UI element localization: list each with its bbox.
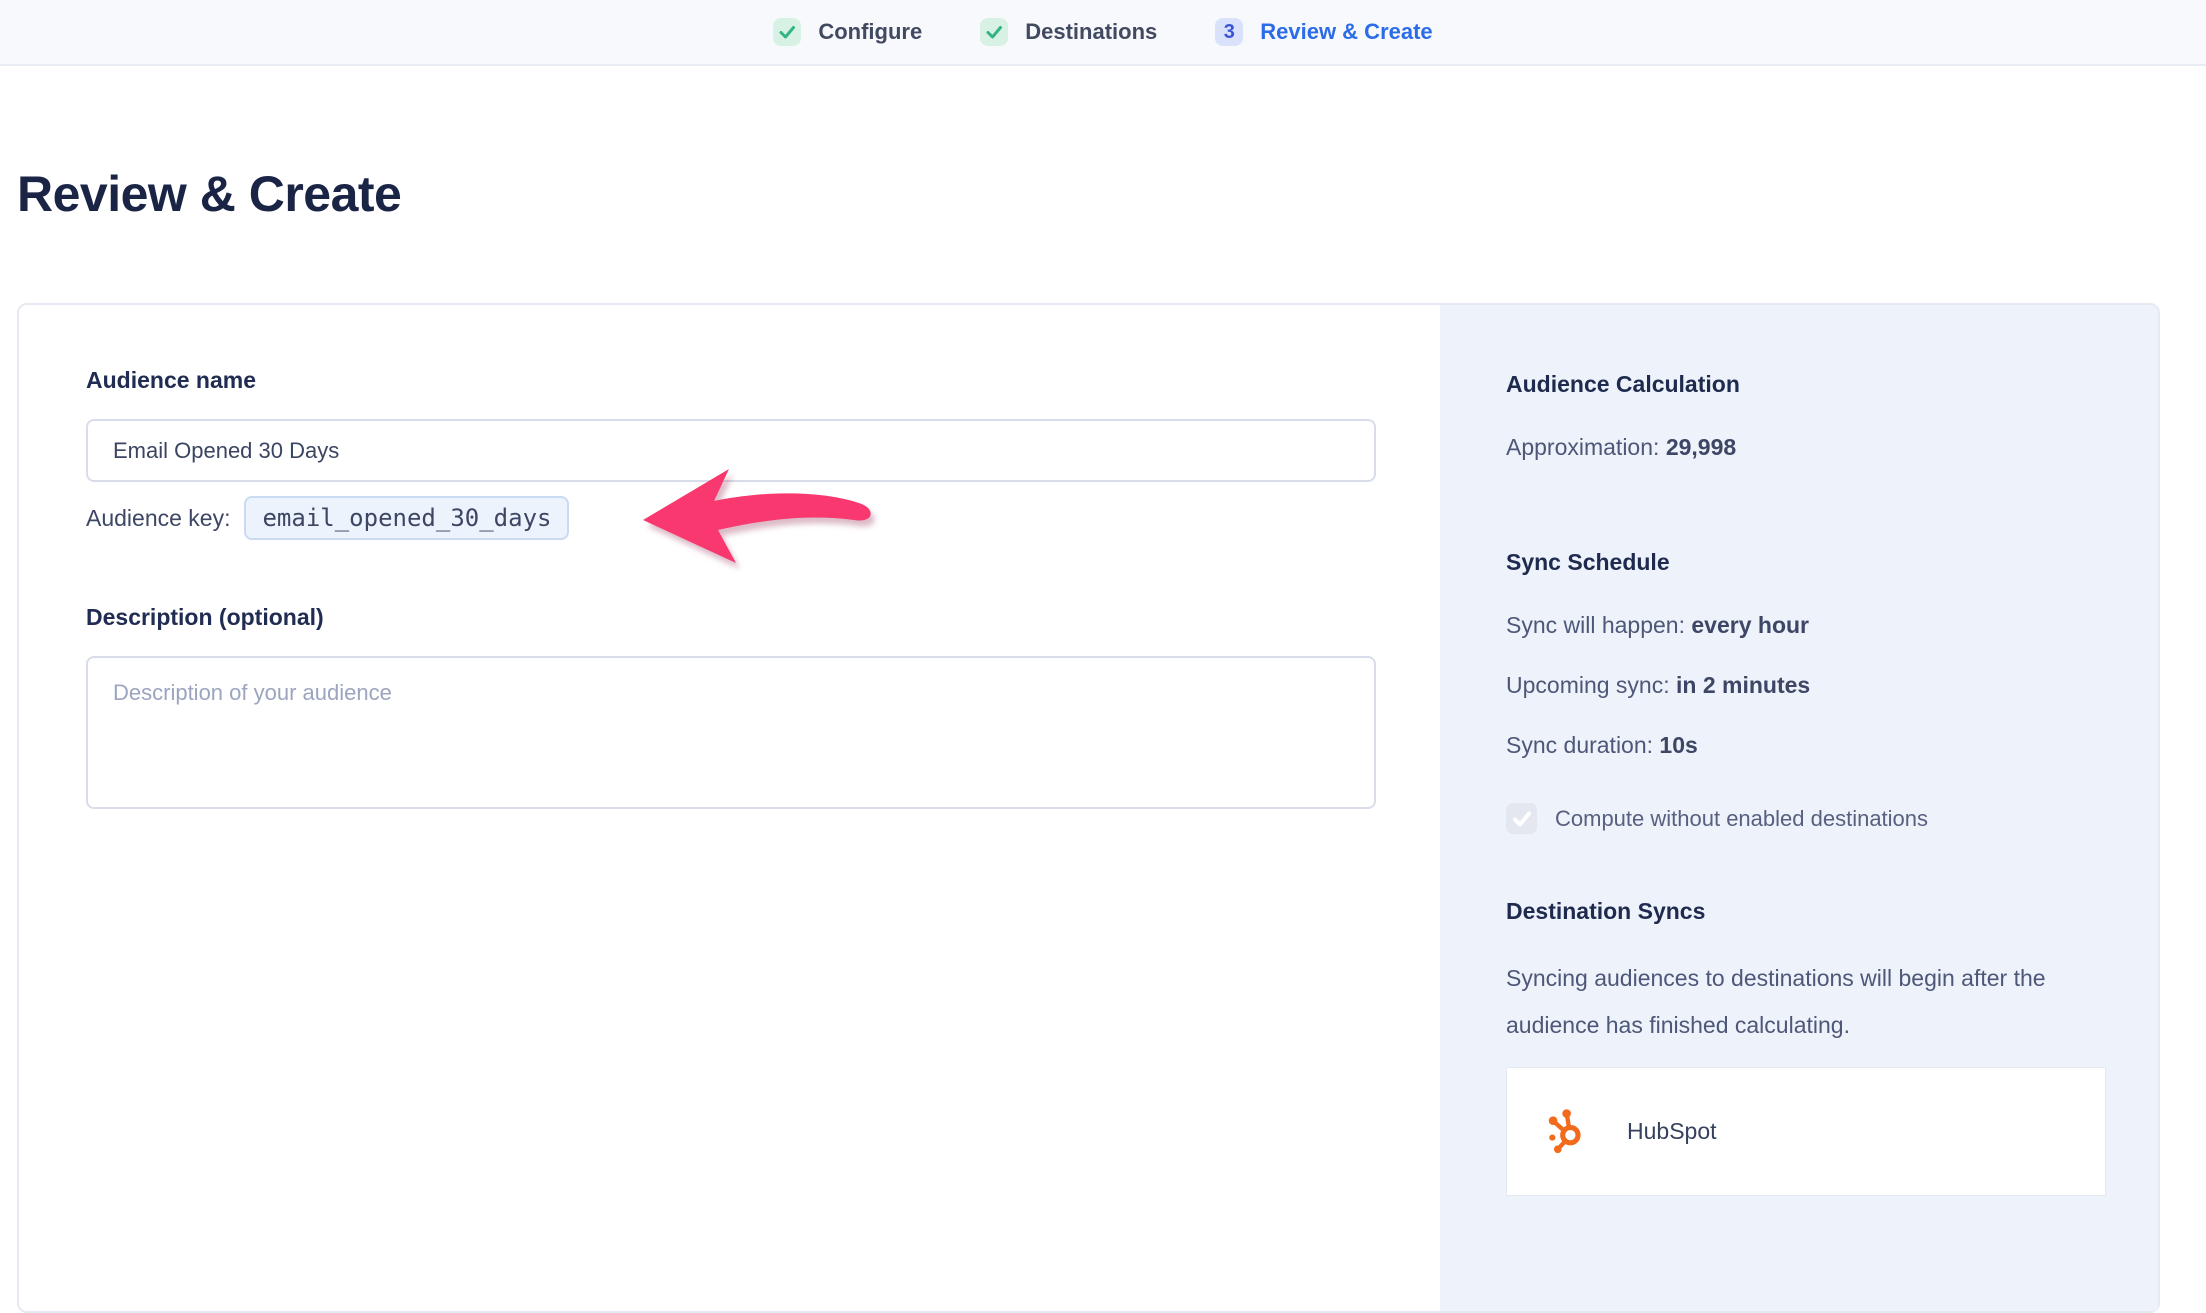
audience-form: Audience name Audience key: email_opened… [19, 305, 1444, 809]
step-label: Configure [818, 19, 922, 45]
sync-duration-value: 10s [1659, 732, 1697, 758]
step-review-create[interactable]: 3 Review & Create [1215, 18, 1432, 46]
sync-duration-label: Sync duration: [1506, 732, 1653, 758]
hubspot-logo-icon [1545, 1106, 1592, 1158]
audience-calculation-heading: Audience Calculation [1506, 371, 2100, 398]
approximation-row: Approximation: 29,998 [1506, 434, 2100, 461]
review-card: Audience name Audience key: email_opened… [17, 303, 2160, 1313]
step-number-badge: 3 [1215, 18, 1243, 46]
upcoming-sync-label: Upcoming sync: [1506, 672, 1670, 698]
sync-schedule-heading: Sync Schedule [1506, 549, 2100, 576]
audience-name-label: Audience name [86, 367, 1444, 394]
summary-sidebar: Audience Calculation Approximation: 29,9… [1440, 305, 2158, 1311]
sync-frequency-row: Sync will happen: every hour [1506, 612, 2100, 639]
approximation-value: 29,998 [1666, 434, 1736, 460]
destination-card-hubspot[interactable]: HubSpot [1506, 1067, 2106, 1196]
page-title: Review & Create [17, 165, 401, 223]
compute-checkbox-row: Compute without enabled destinations [1506, 803, 2100, 834]
destination-syncs-heading: Destination Syncs [1506, 898, 2100, 925]
step-label: Review & Create [1260, 19, 1432, 45]
upcoming-sync-row: Upcoming sync: in 2 minutes [1506, 672, 2100, 699]
description-textarea[interactable] [86, 656, 1376, 809]
wizard-stepper: Configure Destinations 3 Review & Create [0, 0, 2206, 66]
check-icon [773, 18, 801, 46]
step-destinations[interactable]: Destinations [980, 18, 1157, 46]
upcoming-sync-value: in 2 minutes [1676, 672, 1810, 698]
audience-key-row: Audience key: email_opened_30_days [86, 496, 1444, 540]
audience-name-input[interactable] [86, 419, 1376, 482]
sync-frequency-value: every hour [1691, 612, 1809, 638]
approximation-label: Approximation: [1506, 434, 1659, 460]
compute-checkbox[interactable] [1506, 803, 1537, 834]
step-label: Destinations [1025, 19, 1157, 45]
audience-key-label: Audience key: [86, 505, 230, 532]
check-icon [980, 18, 1008, 46]
description-label: Description (optional) [86, 604, 1444, 631]
sync-duration-row: Sync duration: 10s [1506, 732, 2100, 759]
step-configure[interactable]: Configure [773, 18, 922, 46]
audience-key-badge: email_opened_30_days [244, 496, 569, 540]
sync-frequency-label: Sync will happen: [1506, 612, 1685, 638]
destination-name: HubSpot [1627, 1118, 1717, 1145]
compute-checkbox-label: Compute without enabled destinations [1555, 806, 1928, 832]
destination-syncs-note: Syncing audiences to destinations will b… [1506, 955, 2081, 1049]
